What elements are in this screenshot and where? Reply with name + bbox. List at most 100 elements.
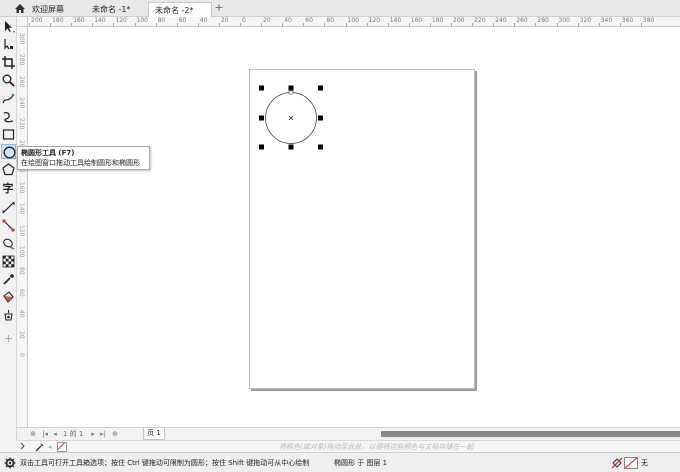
selection-handle-top[interactable] [288, 85, 294, 91]
page-tab-label: 页 1 [147, 429, 161, 437]
ruler-tick [324, 23, 326, 26]
selection-handle-left[interactable] [259, 115, 264, 121]
ruler-tick-label: 120 [368, 17, 381, 24]
rectangle-tool-icon[interactable] [1, 127, 16, 142]
ruler-tick-label: 180 [431, 17, 444, 24]
document-tab-bar: 欢迎屏幕 未命名 -1* 未命名 -2* + [0, 0, 680, 17]
ruler-tick-label: 240 [18, 96, 25, 109]
fill-color-swatch[interactable] [624, 457, 638, 469]
horizontal-ruler[interactable]: 200 180 160 140 120 100 80 60 40 20 0 20 40 60 80 100 12… [28, 17, 680, 27]
ruler-tick-label: 140 [389, 17, 402, 24]
selection-handle-bottom-right[interactable] [318, 144, 323, 150]
selection-handle-top-left[interactable] [259, 85, 264, 91]
document-page[interactable] [249, 69, 475, 389]
ruler-tick-label: 280 [537, 17, 549, 24]
ruler-tick [619, 23, 621, 26]
tab-untitled-2[interactable]: 未命名 -2* [148, 2, 212, 17]
status-hint: 双击工具可打开工具箱选项；按住 Ctrl 键拖动可限制为圆形；按住 Shift … [20, 459, 310, 467]
status-bar: 双击工具可打开工具箱选项；按住 Ctrl 键拖动可限制为圆形；按住 Shift … [0, 452, 680, 472]
page-tab-1[interactable]: 页 1 [143, 428, 165, 440]
first-page-icon[interactable]: |◂ [41, 430, 49, 438]
ruler-tick [387, 23, 389, 26]
selection-handle-top-right[interactable] [318, 85, 323, 91]
ruler-tick-label: 180 [52, 17, 64, 24]
palette-hint: 将颜色(或对象)拖动至此处，以便将这些颜色与文档存储在一起 [279, 443, 474, 451]
vertical-ruler[interactable]: 3002802602402202001801601401201008060402… [17, 27, 28, 427]
ruler-tick [176, 23, 178, 26]
ruler-tick-label: 140 [94, 17, 106, 24]
ruler-tick [493, 23, 495, 26]
parallel-dimension-tool-icon[interactable] [1, 200, 16, 215]
ruler-tick [303, 23, 305, 26]
tab-label: 未命名 -1* [92, 5, 131, 14]
ruler-tick [240, 23, 241, 26]
horizontal-scrollbar[interactable] [381, 431, 680, 437]
text-tool-icon[interactable]: 字 [1, 180, 16, 195]
previous-page-icon[interactable]: ◂ [51, 430, 59, 438]
ruler-tick-label: 60 [305, 17, 313, 24]
ruler-tick-label: 300 [558, 17, 570, 24]
selection-handle-bottom[interactable] [288, 144, 294, 150]
ruler-tick [282, 23, 284, 26]
artistic-media-tool-icon[interactable] [1, 109, 16, 124]
palette-scroll-left-icon[interactable]: ◂ [48, 443, 56, 451]
ruler-tick-label: 140 [18, 203, 25, 215]
ruler-tick [472, 23, 474, 26]
ruler-tick-label: 0 [18, 352, 25, 357]
home-icon[interactable] [14, 3, 26, 14]
ruler-tick-label: 0 [242, 17, 246, 24]
pick-tool-icon[interactable] [1, 19, 16, 34]
ruler-tick-label: 260 [18, 75, 25, 88]
ruler-tick-label: 40 [284, 17, 292, 24]
tab-label: 未命名 -2* [155, 6, 194, 15]
ruler-tick [218, 23, 220, 26]
ruler-tick-label: 340 [600, 17, 613, 24]
next-page-icon[interactable]: ▸ [89, 430, 97, 438]
ruler-tick [451, 23, 452, 26]
eyedropper-tool-icon[interactable] [1, 272, 16, 287]
ruler-tick [514, 23, 516, 26]
ellipse-tool-icon[interactable] [1, 144, 16, 159]
polygon-tool-icon[interactable] [1, 162, 16, 177]
tooltip-title: 椭圆形工具 (F7) [21, 149, 75, 157]
ruler-tick-label: 80 [157, 17, 166, 24]
ruler-tick [640, 23, 642, 26]
ruler-tick [71, 23, 73, 26]
ruler-tick [577, 23, 579, 26]
crop-tool-icon[interactable] [1, 55, 16, 70]
freehand-tool-icon[interactable] [1, 91, 16, 106]
insert-page-before-icon[interactable]: ⊕ [29, 430, 37, 438]
smart-fill-tool-icon[interactable] [1, 308, 16, 323]
ruler-tick [113, 23, 115, 26]
last-page-icon[interactable]: ▸| [99, 430, 107, 438]
fill-bucket-icon[interactable] [611, 457, 623, 469]
document-palette: ◂ 将颜色(或对象)拖动至此处，以便将这些颜色与文档存储在一起 [17, 440, 680, 452]
selection-handle-bottom-left[interactable] [259, 144, 264, 150]
ellipse-node[interactable] [288, 90, 294, 95]
palette-menu-icon[interactable] [20, 442, 29, 451]
tab-welcome-screen[interactable]: 欢迎屏幕 [26, 2, 82, 17]
ruler-tick-label: 200 [31, 17, 43, 24]
insert-page-after-icon[interactable]: ⊕ [111, 430, 119, 438]
add-tool-icon[interactable] [1, 331, 16, 346]
ruler-tick-label: 40 [18, 309, 25, 318]
selection-handle-right[interactable] [318, 115, 323, 121]
coreldraw-window: 欢迎屏幕 未命名 -1* 未命名 -2* + 字 200 180 160 140 120… [0, 0, 680, 472]
new-tab-plus-icon[interactable]: + [213, 2, 225, 14]
interactive-fill-tool-icon[interactable] [1, 290, 16, 305]
ruler-tick [134, 23, 136, 26]
gear-icon[interactable] [4, 457, 16, 469]
connector-tool-icon[interactable] [1, 218, 16, 233]
ruler-tick-label: 320 [579, 17, 592, 24]
shape-tool-icon[interactable] [1, 37, 16, 52]
tab-label: 欢迎屏幕 [32, 5, 64, 14]
ruler-tick-label: 240 [495, 17, 507, 24]
ruler-tick [598, 23, 600, 26]
zoom-tool-icon[interactable] [1, 73, 16, 88]
no-color-swatch[interactable] [57, 442, 67, 452]
drop-shadow-tool-icon[interactable] [1, 236, 16, 251]
tab-untitled-1[interactable]: 未命名 -1* [86, 2, 144, 17]
ruler-tick-label: 120 [18, 224, 25, 237]
transparency-tool-icon[interactable] [1, 254, 16, 269]
eyedropper-icon[interactable] [35, 442, 45, 452]
